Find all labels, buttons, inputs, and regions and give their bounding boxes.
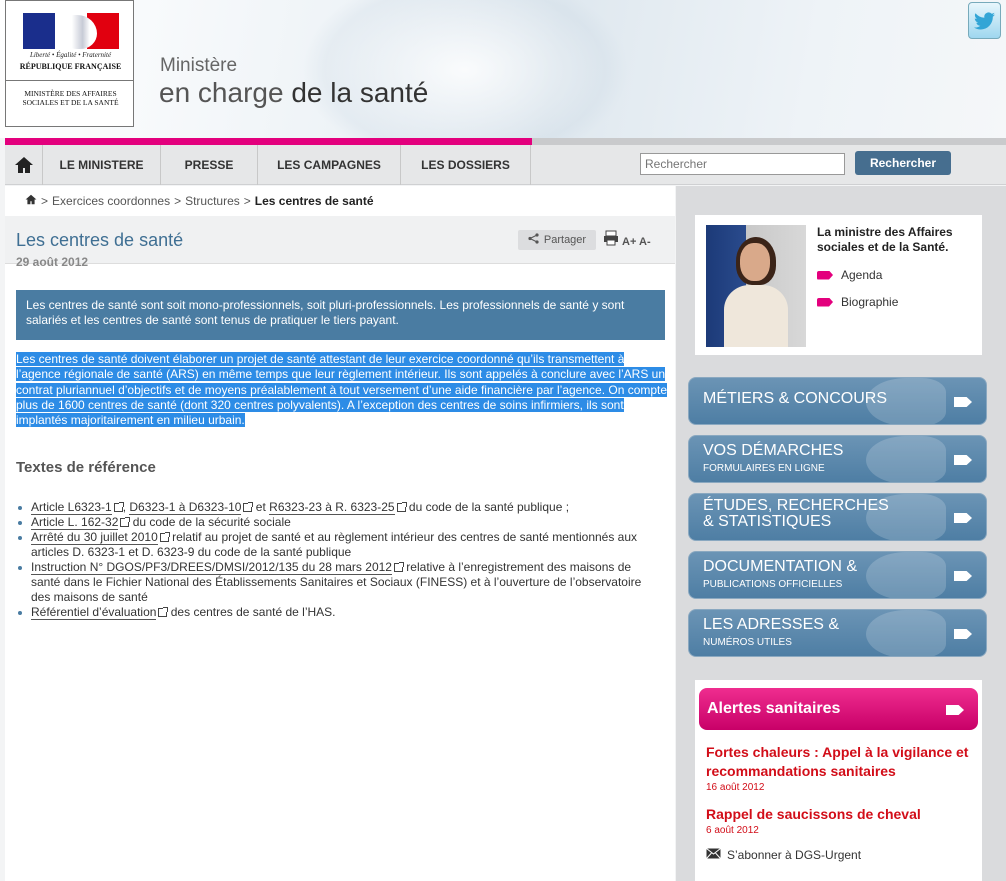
arrow-tag-icon <box>817 297 833 307</box>
alert-date: 16 août 2012 <box>706 782 765 793</box>
ref-link[interactable]: D6323-1 à D6323-10 <box>129 500 242 515</box>
list-item: Article L. 162-32 du code de la sécurité… <box>16 515 661 530</box>
alert-link[interactable]: Fortes chaleurs : Appel à la vigilance e… <box>706 743 976 781</box>
flag-icon <box>23 13 119 49</box>
site-header <box>0 0 1006 138</box>
logo-devise: Liberté • Égalité • Fraternité <box>29 51 112 59</box>
arrow-tag-icon <box>954 513 972 523</box>
site-title-line1: Ministère <box>160 55 238 76</box>
refs-list: Article L6323-1, D6323-1 à D6323-10 et R… <box>16 500 661 620</box>
external-link-icon <box>396 502 407 513</box>
nav-item-presse[interactable]: PRESSE <box>161 145 258 185</box>
alert-link[interactable]: Rappel de saucissons de cheval <box>706 805 976 824</box>
home-icon[interactable] <box>25 194 37 208</box>
list-item: Instruction N° DGOS/PF3/DREES/DMSI/2012/… <box>16 560 661 605</box>
metiers-concours-button[interactable]: MÉTIERS & CONCOURS <box>688 377 987 425</box>
article-body-text: Les centres de santé doivent élaborer un… <box>16 352 668 428</box>
ref-link[interactable]: Arrêté du 30 juillet 2010 <box>31 530 158 545</box>
main-content: > Exercices coordonnes > Structures > Le… <box>5 186 675 881</box>
share-icon <box>528 233 539 247</box>
header-grey-bar <box>532 138 1006 145</box>
etudes-recherches-button[interactable]: ÉTUDES, RECHERCHES & STATISTIQUES <box>688 493 987 541</box>
arrow-tag-icon <box>954 629 972 639</box>
nav-item-campagnes[interactable]: LES CAMPAGNES <box>258 145 401 185</box>
nav-item-ministere[interactable]: LE MINISTERE <box>43 145 161 185</box>
site-title-part-a: en charge <box>159 77 292 108</box>
sidebar-link-biographie[interactable]: Biographie <box>817 295 898 309</box>
breadcrumb: > Exercices coordonnes > Structures > Le… <box>25 194 374 208</box>
external-link-icon <box>393 562 404 573</box>
adresses-button[interactable]: LES ADRESSES & NUMÉROS UTILES <box>688 609 987 657</box>
logo-ministere: MINISTÈRE DES AFFAIRES SOCIALES ET DE LA… <box>22 89 119 107</box>
republique-logo[interactable]: Liberté • Égalité • Fraternité RÉPUBLIQU… <box>5 0 134 127</box>
breadcrumb-item[interactable]: Structures <box>185 194 240 208</box>
page-title: Les centres de santé <box>16 230 184 250</box>
twitter-icon[interactable] <box>968 2 1001 39</box>
article-body: Les centres de santé doivent élaborer un… <box>16 352 669 428</box>
alert-date: 6 août 2012 <box>706 825 759 836</box>
breadcrumb-current: Les centres de santé <box>254 194 374 208</box>
subscribe-link[interactable]: S’abonner à DGS-Urgent <box>706 848 861 862</box>
home-icon[interactable] <box>5 145 43 185</box>
documentation-button[interactable]: DOCUMENTATION & PUBLICATIONS OFFICIELLES <box>688 551 987 599</box>
ref-link[interactable]: Article L. 162-32 <box>31 515 119 530</box>
page-date: 29 août 2012 <box>16 255 89 269</box>
external-link-icon <box>113 502 124 513</box>
minister-title: La ministre des Affaires sociales et de … <box>817 225 953 254</box>
sidebar-link-agenda[interactable]: Agenda <box>817 268 882 282</box>
external-link-icon <box>120 517 131 528</box>
nav-item-dossiers[interactable]: LES DOSSIERS <box>401 145 531 185</box>
arrow-tag-icon <box>817 270 833 280</box>
logo-republique: RÉPUBLIQUE FRANÇAISE <box>19 62 122 71</box>
breadcrumb-item[interactable]: Exercices coordonnes <box>52 194 170 208</box>
share-button[interactable]: Partager <box>518 230 596 250</box>
ref-link[interactable]: Instruction N° DGOS/PF3/DREES/DMSI/2012/… <box>31 560 392 575</box>
external-link-icon <box>159 532 170 543</box>
list-item: Référentiel d’évaluation des centres de … <box>16 605 661 620</box>
vos-demarches-button[interactable]: VOS DÉMARCHES FORMULAIRES EN LIGNE <box>688 435 987 483</box>
envelope-icon <box>706 848 721 862</box>
list-item: Arrêté du 30 juillet 2010 relatif au pro… <box>16 530 661 560</box>
font-size-controls[interactable]: A+ A- <box>622 236 651 248</box>
alerts-heading[interactable]: Alertes sanitaires <box>699 688 978 730</box>
arrow-tag-icon <box>954 455 972 465</box>
refs-heading: Textes de référence <box>16 459 156 476</box>
list-item: Article L6323-1, D6323-1 à D6323-10 et R… <box>16 500 661 515</box>
search-button[interactable]: Rechercher <box>855 151 951 175</box>
arrow-tag-icon <box>954 397 972 407</box>
arrow-tag-icon <box>946 705 964 715</box>
site-title-part-b: de la santé <box>291 77 429 108</box>
site-title-line2: en charge de la santé <box>159 77 428 109</box>
arrow-tag-icon <box>954 571 972 581</box>
header-pink-bar <box>5 138 532 145</box>
ref-link[interactable]: Référentiel d’évaluation <box>31 605 157 620</box>
search-input[interactable] <box>640 153 845 175</box>
header-marianne-decoration <box>300 0 630 138</box>
share-label: Partager <box>543 234 587 246</box>
external-link-icon <box>158 607 169 618</box>
article-chapo: Les centres de santé sont soit mono-prof… <box>16 290 665 340</box>
external-link-icon <box>243 502 254 513</box>
minister-photo[interactable] <box>706 225 806 347</box>
ref-link[interactable]: R6323-23 à R. 6323-25 <box>269 500 395 515</box>
print-icon[interactable] <box>603 230 619 251</box>
ref-link[interactable]: Article L6323-1 <box>31 500 112 515</box>
